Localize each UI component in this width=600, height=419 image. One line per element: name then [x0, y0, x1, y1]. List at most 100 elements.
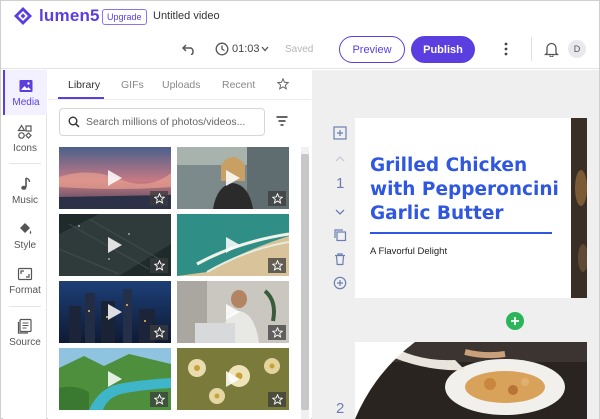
media-library-panel: Library GIFs Uploads Recent — [48, 70, 311, 419]
scene-1-background-image — [571, 118, 587, 298]
storyboard-canvas: 1 Grilled Chicken with Pepperoncini Garl… — [312, 70, 599, 419]
image-icon — [19, 80, 33, 92]
tab-gifs[interactable]: GIFs — [121, 79, 144, 91]
active-tab-indicator — [58, 97, 104, 99]
sidebar-divider — [9, 163, 41, 164]
app-window: lumen5 Upgrade Untitled video 01:03 Save… — [0, 0, 600, 419]
sidebar-item-style[interactable]: Style — [3, 221, 47, 251]
aspect-ratio-icon — [17, 267, 33, 281]
media-thumbnail[interactable] — [59, 348, 171, 410]
favorite-button[interactable] — [268, 191, 286, 206]
user-avatar[interactable]: D — [568, 40, 586, 58]
more-options-icon[interactable] — [501, 41, 511, 57]
sidebar-item-label: Source — [9, 337, 41, 348]
sidebar-item-label: Style — [13, 240, 37, 251]
media-thumbnail[interactable] — [177, 147, 289, 209]
search-input[interactable] — [86, 116, 264, 128]
play-icon — [108, 237, 122, 253]
chevron-down-icon[interactable] — [333, 205, 347, 219]
chevron-down-icon[interactable] — [261, 46, 269, 52]
paint-bucket-icon — [20, 223, 32, 234]
scene-2-slide[interactable] — [355, 342, 587, 419]
star-icon — [153, 394, 165, 405]
media-search-box[interactable] — [59, 108, 265, 136]
play-icon — [226, 237, 240, 253]
favorite-button[interactable] — [150, 191, 168, 206]
library-tabs: Library GIFs Uploads Recent — [48, 70, 311, 100]
tab-recent[interactable]: Recent — [222, 79, 255, 91]
duplicate-icon[interactable] — [333, 228, 347, 242]
add-text-icon[interactable] — [333, 126, 347, 140]
media-thumbnail[interactable] — [177, 348, 289, 410]
favorite-button[interactable] — [150, 325, 168, 340]
play-icon — [226, 170, 240, 186]
favorite-button[interactable] — [150, 258, 168, 273]
slide-title[interactable]: Grilled Chicken with Pepperoncini Garlic… — [370, 154, 560, 226]
brand-name: lumen5 — [39, 6, 100, 25]
trash-icon[interactable] — [333, 252, 347, 266]
filter-icon[interactable] — [276, 116, 288, 126]
save-status: Saved — [285, 44, 314, 55]
star-icon — [271, 327, 283, 338]
star-icon — [153, 327, 165, 338]
food-photo-image — [571, 118, 587, 298]
scene-number: 2 — [336, 400, 345, 417]
play-icon — [108, 371, 122, 387]
title-underline — [370, 232, 552, 234]
add-scene-button[interactable] — [506, 312, 524, 330]
bell-icon[interactable] — [544, 41, 559, 57]
star-icon — [271, 260, 283, 271]
music-note-icon — [21, 177, 31, 190]
favorite-button[interactable] — [150, 392, 168, 407]
search-icon — [68, 116, 80, 128]
favorite-button[interactable] — [268, 392, 286, 407]
library-scrollbar-thumb[interactable] — [301, 154, 309, 410]
toolbar-divider — [531, 37, 532, 61]
favorite-button[interactable] — [268, 325, 286, 340]
top-bar: lumen5 Upgrade Untitled video 01:03 Save… — [1, 1, 599, 69]
star-icon — [153, 193, 165, 204]
sidebar-item-music[interactable]: Music — [3, 176, 47, 206]
grilled-food-image — [355, 342, 587, 419]
play-icon — [226, 371, 240, 387]
duration-display[interactable]: 01:03 — [232, 43, 260, 55]
scene-1-slide[interactable]: Grilled Chicken with Pepperoncini Garlic… — [355, 118, 571, 298]
media-thumbnail[interactable] — [177, 281, 289, 343]
sidebar-item-media[interactable]: Media — [3, 70, 47, 115]
upgrade-button[interactable]: Upgrade — [102, 9, 147, 25]
scene-number: 1 — [336, 175, 345, 192]
sidebar-item-label: Media — [12, 97, 40, 108]
slide-subtitle[interactable]: A Flavorful Delight — [370, 246, 447, 257]
tab-uploads[interactable]: Uploads — [162, 79, 201, 91]
clock-icon — [215, 42, 229, 56]
publish-button[interactable]: Publish — [411, 36, 475, 63]
sidebar-item-source[interactable]: Source — [3, 318, 47, 348]
add-scene-icon[interactable] — [333, 276, 347, 290]
play-icon — [226, 304, 240, 320]
media-thumbnail[interactable] — [59, 281, 171, 343]
sidebar-divider — [9, 306, 41, 307]
favorite-button[interactable] — [268, 258, 286, 273]
document-icon — [17, 318, 32, 334]
brand-logo[interactable]: lumen5 — [13, 5, 100, 27]
media-thumbnail[interactable] — [177, 214, 289, 276]
tab-library[interactable]: Library — [68, 79, 100, 91]
sidebar-item-icons[interactable]: Icons — [3, 124, 47, 154]
play-icon — [108, 304, 122, 320]
sidebar-item-label: Icons — [13, 143, 37, 154]
sidebar-item-label: Format — [9, 285, 41, 296]
undo-icon[interactable] — [182, 43, 196, 55]
media-thumbnail[interactable] — [59, 147, 171, 209]
media-thumbnail[interactable] — [59, 214, 171, 276]
star-icon[interactable] — [277, 78, 289, 90]
shapes-icon — [17, 124, 32, 139]
chevron-up-icon[interactable] — [333, 152, 347, 166]
sidebar-item-format[interactable]: Format — [3, 266, 47, 296]
plus-icon — [511, 317, 519, 325]
video-title[interactable]: Untitled video — [153, 10, 220, 22]
star-icon — [271, 394, 283, 405]
media-grid — [59, 147, 289, 419]
preview-button[interactable]: Preview — [339, 36, 405, 63]
star-icon — [153, 260, 165, 271]
lumen5-logo-icon — [14, 7, 32, 25]
